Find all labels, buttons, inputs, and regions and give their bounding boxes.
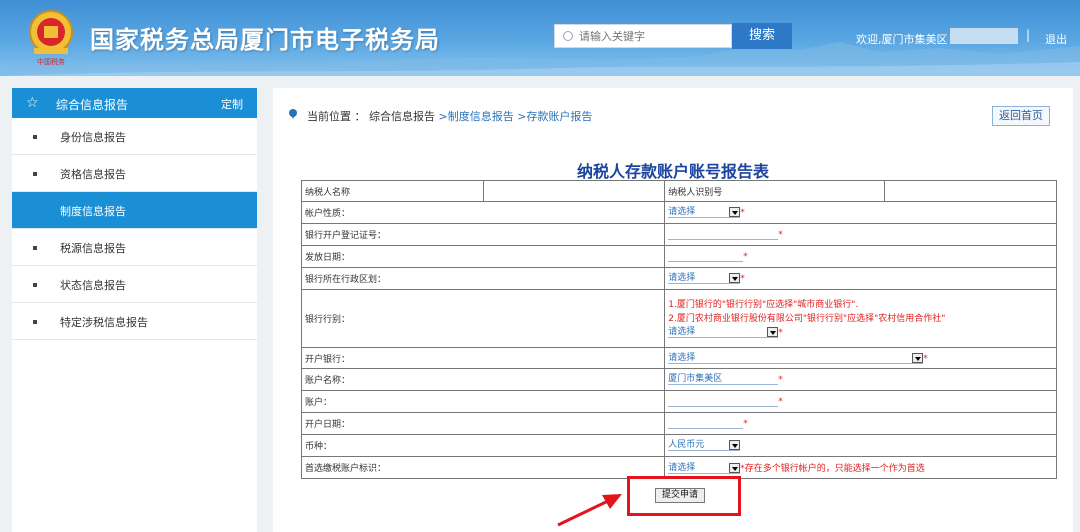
chevron-down-icon bbox=[767, 326, 779, 337]
account-nature-select[interactable]: 请选择 bbox=[668, 207, 741, 218]
welcome-text: 欢迎,厦门市集美区 bbox=[856, 33, 948, 46]
chevron-down-icon bbox=[729, 440, 741, 450]
sidebar-item-qualification[interactable]: 资格信息报告 bbox=[12, 155, 257, 192]
sidebar: ☆ 综合信息报告 定制 身份信息报告 资格信息报告 制度信息报告 税源信息报告 … bbox=[12, 88, 257, 532]
main-panel: 当前位置 ： 综合信息报告 >制度信息报告 >存款账户报告 返回首页 纳税人存款… bbox=[273, 88, 1073, 532]
bank-region-select[interactable]: 请选择 bbox=[668, 273, 741, 284]
table-row: 银行行别： 1.厦门银行的"银行行别"应选择"城市商业银行". 2.厦门农村商业… bbox=[300, 289, 1057, 348]
sidebar-item-tax-source[interactable]: 税源信息报告 bbox=[12, 229, 257, 266]
bank-type-select[interactable]: 请选择 bbox=[668, 326, 779, 338]
account-nature-label: 帐户性质： bbox=[300, 201, 666, 224]
sidebar-item-label: 税源信息报告 bbox=[60, 242, 126, 255]
breadcrumb-prefix: 当前位置 ： 综合信息报告 bbox=[307, 110, 435, 123]
table-row: 账户名称： 厦门市集美区 * bbox=[300, 368, 1057, 391]
account-name-label: 账户名称： bbox=[300, 368, 666, 391]
annotation-arrow-icon bbox=[557, 494, 622, 527]
search-icon bbox=[563, 31, 573, 41]
search-box[interactable] bbox=[554, 24, 732, 48]
issue-date-label: 发放日期： bbox=[300, 245, 666, 268]
bullet-icon bbox=[33, 320, 37, 324]
sidebar-item-label: 资格信息报告 bbox=[60, 168, 126, 181]
taxpayer-name-label: 纳税人名称 bbox=[301, 180, 484, 202]
table-row: 账户： * bbox=[300, 390, 1057, 413]
table-row: 币种： 人民币元 bbox=[300, 434, 1057, 457]
taxpayer-name-value bbox=[482, 180, 666, 202]
tax-emblem-logo: 中国税务 bbox=[29, 10, 73, 66]
redacted-username bbox=[950, 28, 1018, 44]
bullet-icon bbox=[33, 283, 37, 287]
breadcrumb-link-system[interactable]: >制度信息报告 bbox=[435, 110, 513, 123]
sidebar-item-system[interactable]: 制度信息报告 bbox=[12, 192, 257, 229]
sidebar-item-specific-tax[interactable]: 特定涉税信息报告 bbox=[12, 303, 257, 340]
currency-label: 币种： bbox=[300, 434, 666, 457]
bank-type-note-1: 1.厦门银行的"银行行别"应选择"城市商业银行". bbox=[668, 299, 859, 310]
account-label: 账户： bbox=[300, 390, 666, 413]
table-row: 纳税人名称 纳税人识别号 bbox=[301, 180, 1057, 202]
open-bank-label: 开户银行： bbox=[300, 347, 666, 369]
table-row: 开户日期： * bbox=[300, 412, 1057, 435]
sidebar-item-label: 状态信息报告 bbox=[60, 279, 126, 292]
table-row: 开户银行： 请选择 * bbox=[300, 347, 1057, 369]
open-date-label: 开户日期： bbox=[300, 412, 666, 435]
site-header: 中国税务 国家税务总局厦门市电子税务局 搜索 欢迎,厦门市集美区 | 退出 bbox=[0, 0, 1080, 76]
star-icon: ☆ bbox=[26, 95, 39, 111]
sidebar-item-label: 身份信息报告 bbox=[60, 131, 126, 144]
emblem-caption: 中国税务 bbox=[37, 57, 65, 66]
sidebar-title: 综合信息报告 bbox=[56, 98, 129, 112]
sidebar-header: ☆ 综合信息报告 定制 bbox=[12, 88, 257, 118]
bank-reg-no-input[interactable] bbox=[668, 229, 779, 240]
breadcrumb: 当前位置 ： 综合信息报告 >制度信息报告 >存款账户报告 bbox=[307, 108, 592, 124]
preferred-account-note: 存在多个银行帐户的，只能选择一个作为首选 bbox=[744, 464, 925, 474]
chevron-down-icon bbox=[729, 273, 741, 283]
bullet-icon bbox=[33, 246, 37, 250]
taxpayer-id-value bbox=[884, 180, 1057, 202]
search-input[interactable] bbox=[579, 28, 729, 44]
bullet-icon bbox=[33, 209, 37, 213]
bullet-icon bbox=[33, 135, 37, 139]
open-bank-select[interactable]: 请选择 bbox=[668, 352, 924, 364]
preferred-account-select[interactable]: 请选择 bbox=[668, 463, 741, 474]
sidebar-item-identity[interactable]: 身份信息报告 bbox=[12, 118, 257, 155]
logout-link[interactable]: 退出 bbox=[1045, 31, 1067, 47]
currency-select[interactable]: 人民币元 bbox=[668, 440, 741, 451]
table-row: 帐户性质： 请选择 * bbox=[300, 201, 1057, 224]
site-title: 国家税务总局厦门市电子税务局 bbox=[90, 26, 440, 54]
account-name-input[interactable]: 厦门市集美区 bbox=[668, 374, 779, 385]
chevron-down-icon bbox=[729, 207, 741, 217]
sidebar-item-label: 制度信息报告 bbox=[60, 205, 126, 218]
sidebar-item-status[interactable]: 状态信息报告 bbox=[12, 266, 257, 303]
search-button[interactable]: 搜索 bbox=[732, 23, 792, 49]
table-row: 发放日期： * bbox=[300, 245, 1057, 268]
issue-date-input[interactable] bbox=[668, 251, 744, 262]
chevron-down-icon bbox=[912, 352, 924, 363]
breadcrumb-link-deposit[interactable]: >存款账户报告 bbox=[514, 110, 592, 123]
preferred-account-label: 首选缴税账户标识： bbox=[300, 456, 666, 479]
bullet-icon bbox=[33, 172, 37, 176]
table-row: 银行开户登记证号： * bbox=[300, 223, 1057, 246]
annotation-highlight-box bbox=[627, 476, 741, 516]
bank-region-label: 银行所在行政区划： bbox=[300, 267, 666, 290]
account-input[interactable] bbox=[668, 396, 779, 407]
bank-type-note-2: 2.厦门农村商业银行股份有限公司"银行行别"应选择"农村信用合作社" bbox=[668, 313, 946, 324]
bank-reg-no-label: 银行开户登记证号： bbox=[300, 223, 666, 246]
back-home-button[interactable]: 返回首页 bbox=[992, 106, 1050, 126]
taxpayer-id-label: 纳税人识别号 bbox=[664, 180, 886, 202]
form-title: 纳税人存款账户账号报告表 bbox=[576, 162, 769, 181]
report-form-table: 纳税人名称 纳税人识别号 帐户性质： 请选择 * 银行开户登记证号： * 发放日期… bbox=[300, 180, 1057, 479]
location-pin-icon bbox=[289, 109, 297, 119]
chevron-down-icon bbox=[729, 463, 741, 473]
sidebar-item-label: 特定涉税信息报告 bbox=[60, 316, 148, 329]
customize-link[interactable]: 定制 bbox=[221, 96, 243, 112]
open-date-input[interactable] bbox=[668, 418, 744, 429]
bank-type-label: 银行行别： bbox=[300, 289, 666, 348]
header-separator: | bbox=[1026, 28, 1031, 42]
table-row: 银行所在行政区划： 请选择 * bbox=[300, 267, 1057, 290]
